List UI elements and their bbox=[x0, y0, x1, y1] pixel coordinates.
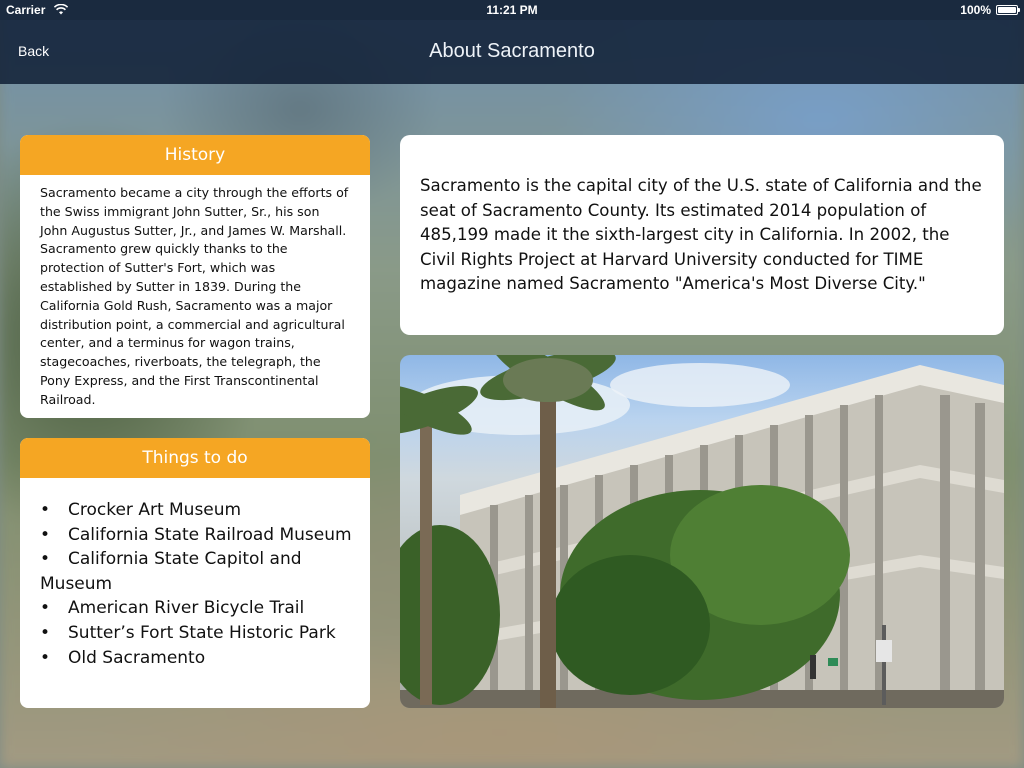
bullet-icon: • bbox=[40, 598, 51, 619]
bullet-icon: • bbox=[40, 549, 51, 570]
list-item: • California State Railroad Museum bbox=[40, 523, 356, 548]
list-item: • American River Bicycle Trail bbox=[40, 596, 356, 621]
intro-text: Sacramento is the capital city of the U.… bbox=[420, 176, 982, 294]
status-bar: Carrier 11:21 PM 100% bbox=[0, 0, 1024, 20]
status-time: 11:21 PM bbox=[486, 3, 538, 17]
battery-icon bbox=[996, 5, 1020, 15]
list-item-label: Old Sacramento bbox=[68, 647, 206, 668]
bullet-icon: • bbox=[40, 524, 51, 545]
things-to-do-list: • Crocker Art Museum • California State Ra… bbox=[20, 478, 370, 670]
bullet-icon: • bbox=[40, 622, 51, 643]
list-item: • California State Capitol and Museum bbox=[40, 547, 356, 596]
history-card: History Sacramento became a city through… bbox=[20, 135, 370, 418]
list-item: • Sutter’s Fort State Historic Park bbox=[40, 621, 356, 646]
history-text: Sacramento became a city through the eff… bbox=[40, 185, 349, 407]
battery-percent: 100% bbox=[960, 3, 991, 17]
bullet-icon: • bbox=[40, 500, 51, 520]
things-to-do-card: Things to do • Crocker Art Museum • Califo… bbox=[20, 438, 370, 708]
page-title: About Sacramento bbox=[429, 40, 595, 62]
city-photo bbox=[400, 355, 1004, 708]
building-photo-illustration bbox=[400, 355, 1004, 708]
list-item-label: Sutter’s Fort State Historic Park bbox=[68, 622, 336, 643]
list-item-label: California State Railroad Museum bbox=[68, 524, 352, 545]
history-header: History bbox=[20, 135, 370, 175]
list-item-label: American River Bicycle Trail bbox=[68, 598, 305, 619]
list-item: • Crocker Art Museum bbox=[40, 498, 356, 523]
bullet-icon: • bbox=[40, 647, 51, 668]
list-item-label: California State Capitol and Museum bbox=[40, 549, 302, 594]
list-item: • Old Sacramento bbox=[40, 646, 356, 671]
navigation-bar: Back About Sacramento bbox=[0, 20, 1024, 84]
list-item-label: Crocker Art Museum bbox=[68, 500, 242, 520]
intro-card: Sacramento is the capital city of the U.… bbox=[400, 135, 1004, 335]
things-to-do-header: Things to do bbox=[20, 438, 370, 478]
